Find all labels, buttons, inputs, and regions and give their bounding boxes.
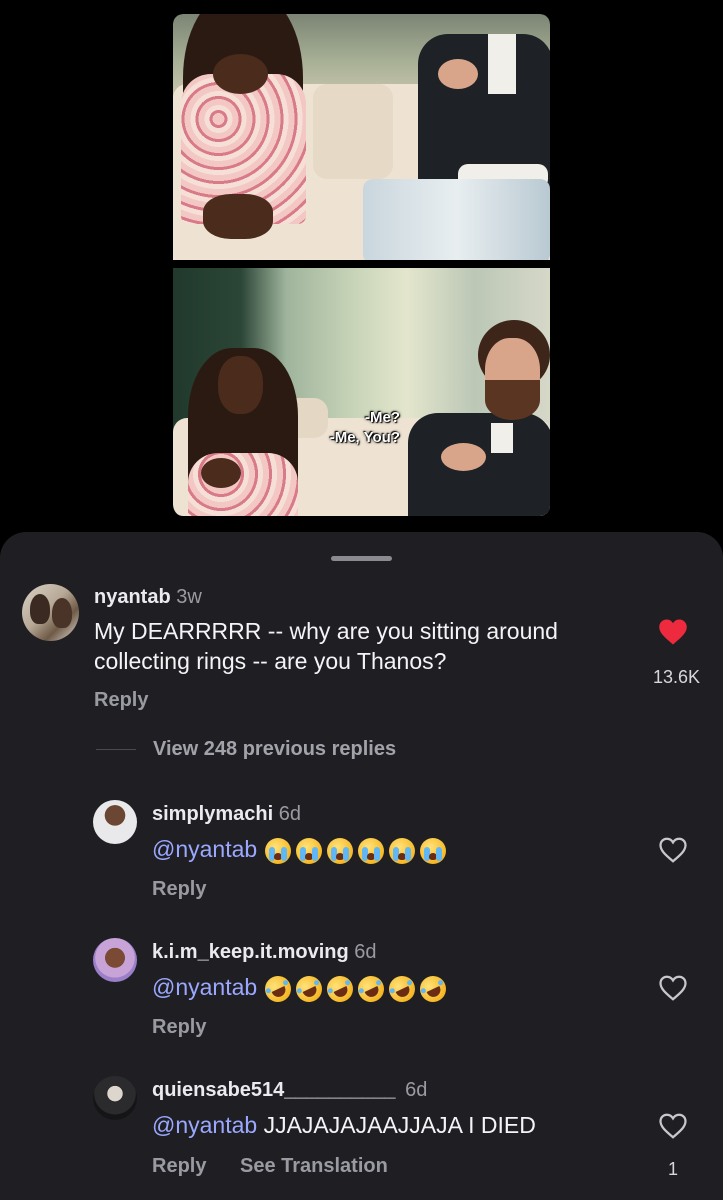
rolling-on-floor-laughing-icon bbox=[415, 971, 451, 1007]
avatar[interactable] bbox=[22, 584, 79, 641]
reply-button[interactable]: Reply bbox=[152, 878, 206, 901]
reply-username[interactable]: quiensabe514__________ 6d bbox=[152, 1079, 427, 1102]
loudly-crying-face-icon bbox=[389, 837, 416, 864]
emoji-row bbox=[260, 971, 451, 1007]
heart-outline-icon[interactable] bbox=[658, 836, 688, 864]
loudly-crying-face-icon bbox=[358, 837, 385, 864]
like-count: 1 bbox=[667, 1159, 678, 1179]
comments-sheet: nyantab 3w My DEARRRRR -- why are you si… bbox=[0, 532, 723, 1200]
comment-text: My DEARRRRR -- why are you sitting aroun… bbox=[94, 618, 558, 674]
sheet-drag-handle[interactable] bbox=[331, 556, 392, 561]
comment-username[interactable]: nyantab 3w bbox=[94, 586, 202, 609]
reply-time: 6d bbox=[405, 1079, 428, 1101]
reply-text: @nyantab bbox=[152, 971, 451, 1007]
mention-link[interactable]: @nyantab bbox=[152, 836, 257, 862]
reply-time: 6d bbox=[278, 803, 301, 825]
subtitle-line-2: -Me, You? bbox=[329, 429, 400, 446]
loudly-crying-face-icon bbox=[265, 837, 292, 864]
heart-outline-icon[interactable] bbox=[658, 1112, 688, 1140]
rolling-on-floor-laughing-icon bbox=[322, 971, 358, 1007]
heart-outline-icon[interactable] bbox=[658, 974, 688, 1002]
username-text[interactable]: simplymachi bbox=[152, 803, 273, 825]
rolling-on-floor-laughing-icon bbox=[353, 971, 389, 1007]
loudly-crying-face-icon bbox=[296, 837, 323, 864]
reply-username[interactable]: simplymachi 6d bbox=[152, 803, 301, 826]
mention-link[interactable]: @nyantab bbox=[152, 974, 257, 1000]
username-text[interactable]: quiensabe514__________ bbox=[152, 1079, 396, 1101]
reply-button[interactable]: Reply bbox=[94, 689, 148, 712]
reply-text: @nyantab JJAJAJAJAAJJAJA I DIED bbox=[152, 1110, 536, 1140]
loudly-crying-face-icon bbox=[420, 837, 447, 864]
see-translation-button[interactable]: See Translation bbox=[240, 1155, 388, 1178]
view-previous-replies[interactable]: View 248 previous replies bbox=[153, 738, 396, 761]
avatar[interactable] bbox=[93, 938, 137, 982]
rolling-on-floor-laughing-icon bbox=[260, 971, 296, 1007]
reply-time: 6d bbox=[354, 941, 377, 963]
reply-text: @nyantab bbox=[152, 834, 447, 864]
emoji-row bbox=[265, 837, 447, 864]
reply-button[interactable]: Reply bbox=[152, 1155, 206, 1178]
divider bbox=[96, 749, 136, 750]
reply-username[interactable]: k.i.m_keep.it.moving 6d bbox=[152, 941, 377, 964]
avatar[interactable] bbox=[93, 1076, 137, 1120]
video-frames[interactable]: -Me? -Me, You? bbox=[173, 14, 550, 516]
avatar[interactable] bbox=[93, 800, 137, 844]
username-text[interactable]: nyantab bbox=[94, 586, 171, 608]
reply-button[interactable]: Reply bbox=[152, 1016, 206, 1039]
username-text[interactable]: k.i.m_keep.it.moving bbox=[152, 941, 349, 963]
comment-time: 3w bbox=[176, 586, 202, 608]
rolling-on-floor-laughing-icon bbox=[291, 971, 327, 1007]
video-frame-top bbox=[173, 14, 550, 260]
subtitle-line-1: -Me? bbox=[365, 409, 400, 426]
loudly-crying-face-icon bbox=[327, 837, 354, 864]
mention-link[interactable]: @nyantab bbox=[152, 1112, 257, 1138]
heart-filled-icon[interactable] bbox=[658, 618, 688, 646]
rolling-on-floor-laughing-icon bbox=[384, 971, 420, 1007]
like-count: 13.6K bbox=[652, 667, 700, 687]
reply-body: JJAJAJAJAAJJAJA I DIED bbox=[263, 1112, 536, 1138]
video-frame-bottom: -Me? -Me, You? bbox=[173, 268, 550, 516]
